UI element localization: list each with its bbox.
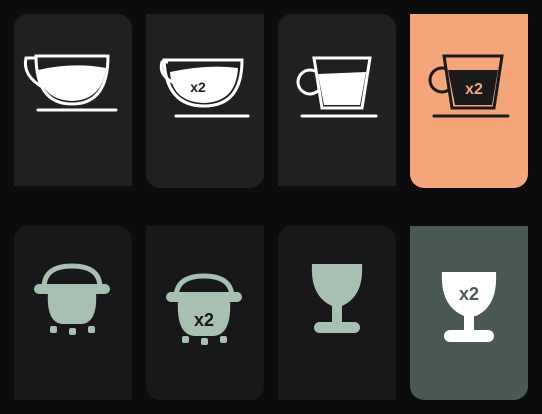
coffee-cup-double-icon: x2 — [159, 58, 250, 118]
drink-tile-coffee-cup-double[interactable]: x2 — [146, 14, 264, 188]
glass-icon — [311, 264, 363, 333]
double-badge: x2 — [194, 310, 214, 330]
tall-cup-icon — [296, 56, 378, 118]
double-badge: x2 — [459, 284, 479, 304]
drink-tile-espresso-double[interactable]: x2 — [410, 14, 528, 188]
drink-tile-tall-cup[interactable] — [278, 14, 396, 186]
carafe-icon — [34, 263, 110, 335]
drink-tile-glass[interactable] — [278, 226, 396, 400]
carafe-double-icon: x2 — [166, 273, 242, 345]
double-badge: x2 — [465, 81, 483, 98]
glass-double-icon: x2 — [441, 272, 497, 342]
double-badge: x2 — [190, 79, 206, 95]
drink-tile-coffee-cup[interactable] — [14, 14, 132, 186]
drink-tile-glass-double[interactable]: x2 — [410, 226, 528, 400]
coffee-cup-icon — [23, 54, 118, 112]
drink-tile-carafe-double[interactable]: x2 — [146, 226, 264, 400]
espresso-cup-double-icon: x2 — [428, 54, 510, 118]
drink-tile-carafe[interactable] — [14, 226, 132, 400]
